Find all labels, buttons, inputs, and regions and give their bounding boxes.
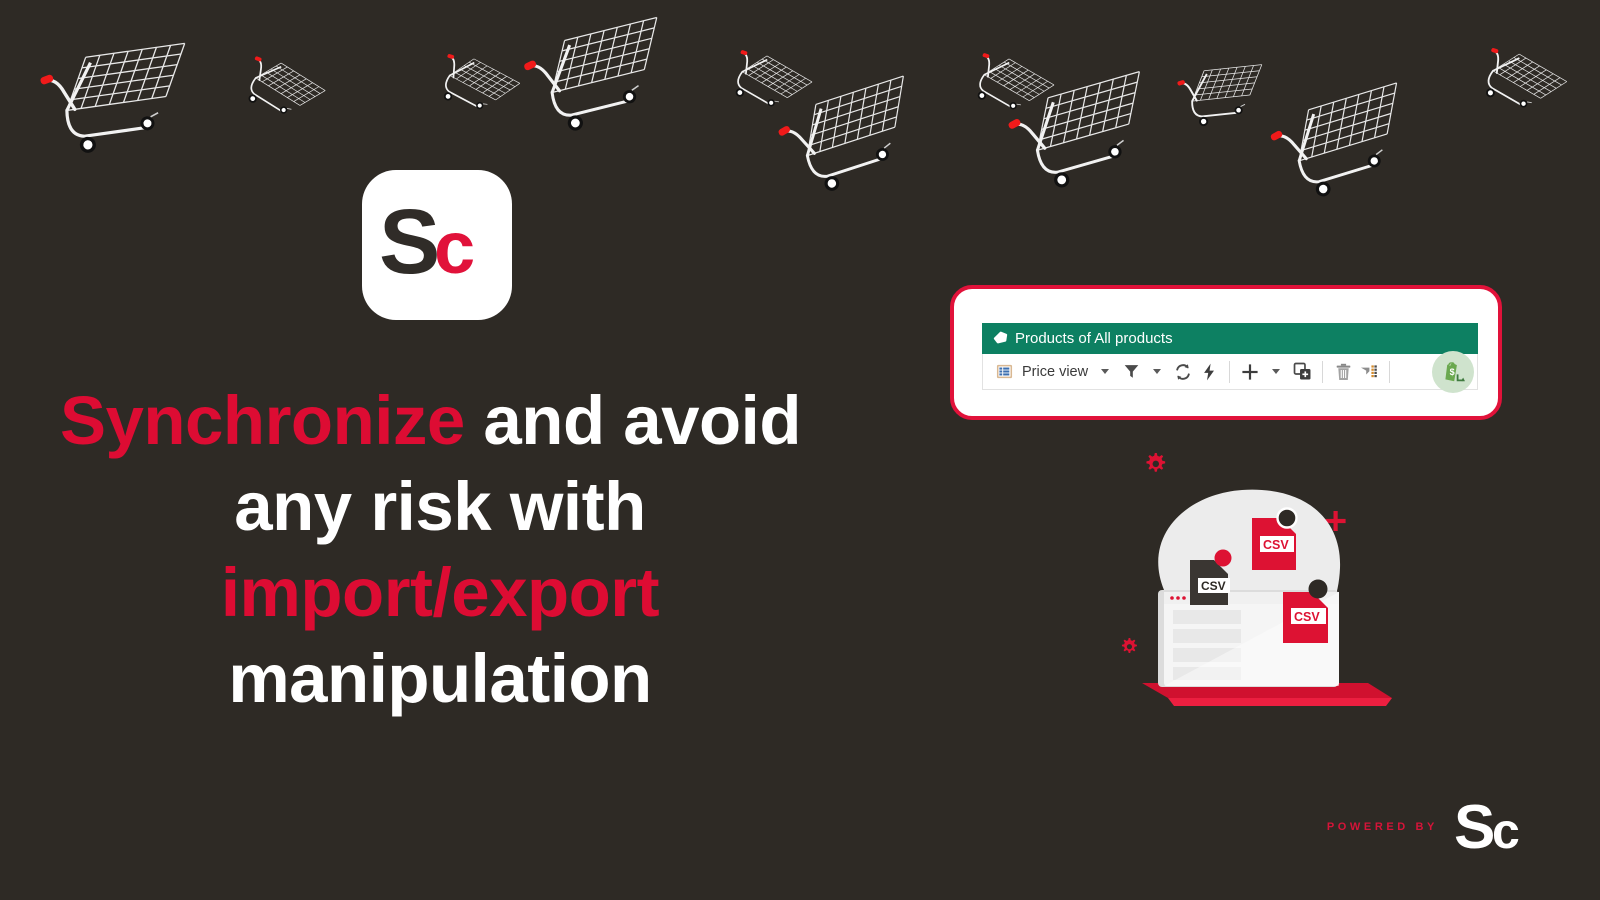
toolbar-inner: Products of All products Price view $ [982,323,1478,393]
logo-letter-s: S [379,197,440,293]
products-header-bar: Products of All products [982,323,1478,354]
tag-icon [993,331,1008,344]
csv-label: CSV [1263,538,1289,552]
headline-line-1-rest: and avoid [464,382,801,459]
trash-bin-icon[interactable] [1330,359,1356,385]
shopping-cart-icon [1264,75,1430,225]
funnel-filter-icon[interactable] [1118,359,1144,385]
footer-logo-s: S [1454,796,1495,858]
shopping-cart-icon [423,43,522,137]
sc-logo-icon: S c [379,197,475,293]
headline-highlight-import-export: import/export [220,554,660,631]
headline-line-1: Synchronize and avoid [40,378,840,464]
headline-highlight-synchronize: Synchronize [60,382,465,459]
column-settings-icon[interactable] [1356,359,1382,385]
logo-letter-c: c [434,206,475,289]
chevron-down-icon[interactable] [1153,369,1162,374]
headline: Synchronize and avoid any risk with impo… [40,378,840,722]
products-header-title: Products of All products [1015,330,1173,347]
csv-label: CSV [1294,610,1320,624]
products-toolbar: Price view $ [982,350,1478,393]
list-view-icon[interactable] [991,359,1017,385]
chevron-down-icon[interactable] [1101,369,1110,374]
toolbar-divider [1322,360,1324,383]
toolbar-divider [1229,360,1231,383]
headline-line-4: manipulation [228,640,652,717]
shopping-cart-icon [228,46,329,142]
shopping-cart-icon [519,10,686,160]
lightning-bolt-icon[interactable] [1196,359,1222,385]
brand-logo-tile: S c [362,170,512,320]
poster-canvas: S c Synchronize and avoid any risk with … [0,0,1600,900]
gear-icon [1146,453,1166,472]
footer-sc-logo-icon: S c [1454,796,1520,858]
footer-logo-c: c [1492,803,1520,858]
plus-icon[interactable] [1237,359,1263,385]
powered-by-label: POWERED BY [1326,821,1438,833]
headline-line-2: any risk with [234,468,646,545]
refresh-sync-icon[interactable] [1170,359,1196,385]
svg-text:$: $ [1450,367,1455,377]
toolbar-card: Products of All products Price view $ [950,285,1502,420]
shopping-cart-pattern [0,0,1600,200]
view-selector-label[interactable]: Price view [1022,364,1088,380]
gear-icon [1121,638,1137,653]
duplicate-add-icon[interactable] [1289,359,1315,385]
csv-label: CSV [1201,579,1226,593]
powered-by-footer: POWERED BY S c [1327,796,1540,858]
shopping-cart-icon [1176,60,1270,141]
shopify-bag-download-icon[interactable]: $ [1432,350,1474,393]
toolbar-divider [1389,360,1391,383]
chevron-down-icon[interactable] [1272,369,1281,374]
shopping-cart-icon [1464,37,1570,138]
csv-import-export-laptop-illustration: CSV CSV CSV [1090,440,1420,715]
shopping-cart-icon [37,35,203,180]
